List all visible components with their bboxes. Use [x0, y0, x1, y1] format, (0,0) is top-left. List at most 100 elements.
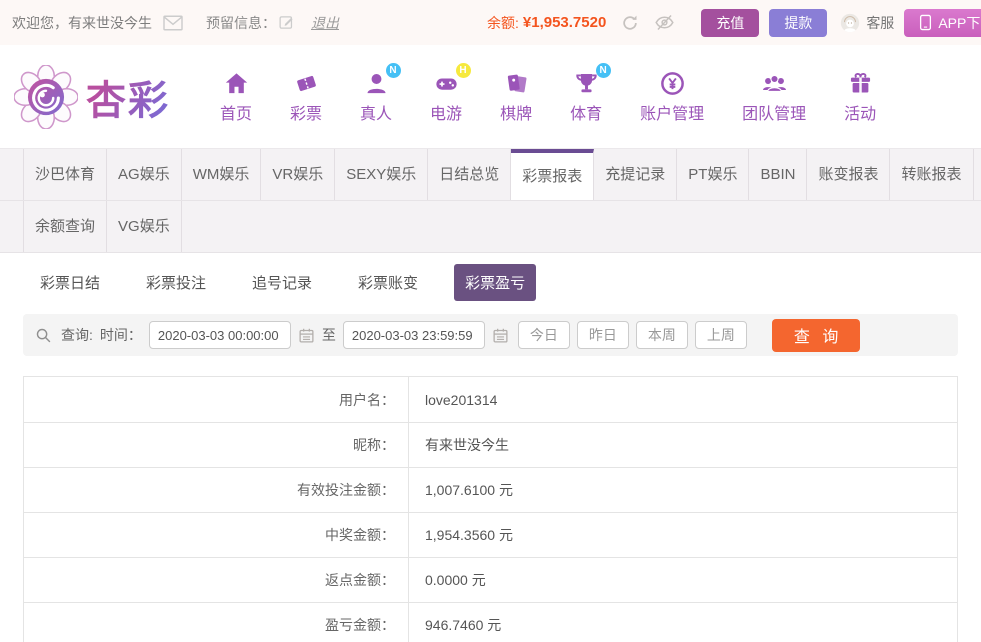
- tab-item[interactable]: 彩票报表: [511, 149, 595, 200]
- service-avatar-icon: [839, 12, 861, 34]
- page: 欢迎您，有来世没今生 预留信息： 退出 余额: ¥1,953.7520 充值 提…: [0, 0, 981, 642]
- subtab-item[interactable]: 彩票盈亏: [454, 264, 537, 301]
- welcome-text: 欢迎您，有来世没今生: [12, 14, 152, 31]
- end-time-input[interactable]: [342, 321, 485, 349]
- start-time-input[interactable]: [148, 321, 291, 349]
- lottery-icon: [293, 69, 320, 97]
- brand-logo[interactable]: 杏彩: [14, 64, 170, 129]
- quick-date-button[interactable]: 本周: [635, 321, 688, 349]
- quick-date-button[interactable]: 上周: [694, 321, 747, 349]
- app-download-label: APP下载: [938, 14, 981, 31]
- app-download-button[interactable]: APP下载: [904, 8, 981, 37]
- report-row: 中奖金额： 1,954.3560 元: [24, 512, 957, 557]
- report-row-label: 用户名：: [24, 377, 409, 422]
- tab-item[interactable]: VR娱乐: [261, 149, 336, 200]
- report-row: 返点金额： 0.0000 元: [24, 557, 957, 602]
- withdraw-button[interactable]: 提款: [769, 8, 828, 37]
- topbar-right: 余额: ¥1,953.7520 充值 提款 客服 APP下载: [487, 0, 981, 45]
- tab-row-2: 余额查询 VG娱乐: [0, 201, 981, 252]
- report-row: 有效投注金额： 1,007.6100 元: [24, 467, 957, 512]
- report-row-value: love201314: [425, 391, 498, 408]
- quick-date-button[interactable]: 今日: [517, 321, 570, 349]
- report-row-label: 有效投注金额：: [24, 468, 409, 512]
- report-row-label: 盈亏金额：: [24, 603, 409, 642]
- nav-item[interactable]: N 真人: [360, 63, 401, 124]
- tab-item[interactable]: 余额查询: [23, 201, 108, 252]
- customer-service-link[interactable]: 客服: [839, 12, 894, 34]
- report-row-label: 中奖金额：: [24, 513, 409, 557]
- site-header: 杏彩 首页 彩票 N 真人 H 电游 棋牌 N 体育 账户管理 团队管理 活动: [0, 45, 981, 148]
- nav-item-label: 团队管理: [742, 106, 807, 123]
- nav-item[interactable]: 活动: [844, 69, 876, 124]
- nav-item-label: 体育: [570, 106, 603, 123]
- quick-date-button[interactable]: 昨日: [576, 321, 629, 349]
- nav-item-label: 活动: [844, 106, 877, 123]
- subtab-item[interactable]: 追号记录: [242, 264, 322, 301]
- report-row-label: 返点金额：: [24, 558, 409, 602]
- report-row-value: 946.7460 元: [425, 617, 502, 633]
- logout-link[interactable]: 退出: [311, 13, 339, 33]
- nav-item[interactable]: H 电游: [430, 63, 471, 124]
- nav-item[interactable]: 团队管理: [742, 69, 806, 124]
- chess-icon: [503, 69, 530, 97]
- tab-item[interactable]: 账变报表: [807, 149, 891, 200]
- nav-badge: H: [455, 63, 471, 78]
- nav-item-label: 棋牌: [500, 106, 533, 123]
- live-icon: N: [363, 63, 401, 97]
- nav-badge: N: [385, 63, 401, 78]
- topbar-left: 欢迎您，有来世没今生 预留信息： 退出: [12, 0, 339, 45]
- nav-item-label: 彩票: [290, 106, 323, 123]
- deposit-button[interactable]: 充值: [701, 8, 760, 37]
- eye-off-icon[interactable]: [654, 12, 675, 33]
- tab-item[interactable]: WM娱乐: [182, 149, 262, 200]
- nav-item[interactable]: 彩票: [290, 69, 322, 124]
- team-icon: [761, 69, 788, 97]
- logo-flower-icon: [14, 64, 78, 129]
- query-submit-button[interactable]: 查 询: [771, 318, 861, 352]
- nav-item-label: 真人: [360, 106, 393, 123]
- report-row-label: 昵称：: [24, 423, 409, 467]
- topbar: 欢迎您，有来世没今生 预留信息： 退出 余额: ¥1,953.7520 充值 提…: [0, 0, 981, 45]
- subtab-item[interactable]: 彩票账变: [348, 264, 428, 301]
- tab-item[interactable]: BBIN: [749, 149, 808, 200]
- nav-item-label: 账户管理: [640, 106, 705, 123]
- calendar-icon[interactable]: [298, 327, 315, 344]
- subtab-item[interactable]: 彩票投注: [136, 264, 216, 301]
- nav-item-label: 电游: [430, 106, 463, 123]
- report-row-value: 0.0000 元: [425, 572, 486, 588]
- balance-label: 余额:: [487, 14, 519, 31]
- tab-item[interactable]: 充提记录: [594, 149, 678, 200]
- report-row-value: 1,007.6100 元: [425, 482, 513, 498]
- nav-item[interactable]: 首页: [220, 69, 252, 124]
- calendar-icon[interactable]: [492, 327, 509, 344]
- tab-item[interactable]: 日结总览: [428, 149, 512, 200]
- report-row: 昵称： 有来世没今生: [24, 422, 957, 467]
- quick-date-buttons: 今日 昨日 本周 上周: [517, 321, 747, 349]
- tab-item[interactable]: AG娱乐: [107, 149, 182, 200]
- time-label: 时间：: [99, 327, 142, 343]
- to-label: 至: [321, 327, 336, 343]
- edit-icon[interactable]: [278, 14, 295, 31]
- nav-item[interactable]: 账户管理: [640, 69, 704, 124]
- subtab-bar: 彩票日结 彩票投注 追号记录 彩票账变 彩票盈亏: [0, 253, 981, 311]
- sports-icon: N: [573, 63, 611, 97]
- tab-item[interactable]: 沙巴体育: [23, 149, 108, 200]
- report-row: 盈亏金额： 946.7460 元: [24, 602, 957, 642]
- tab-item[interactable]: VG娱乐: [107, 201, 182, 252]
- nav-item[interactable]: N 体育: [570, 63, 611, 124]
- subtab-item[interactable]: 彩票日结: [30, 264, 110, 301]
- refresh-icon[interactable]: [620, 13, 640, 33]
- tab-item[interactable]: 转账报表: [890, 149, 974, 200]
- phone-icon: [919, 14, 932, 31]
- tab-item[interactable]: PT娱乐: [677, 149, 750, 200]
- report-table: 用户名： love201314 昵称： 有来世没今生 有效投注金额： 1,007.6100…: [23, 376, 958, 642]
- report-row: 用户名： love201314: [24, 377, 957, 422]
- home-icon: [223, 69, 250, 97]
- main-nav: 首页 彩票 N 真人 H 电游 棋牌 N 体育 账户管理 团队管理 活动: [220, 63, 876, 124]
- tab-item[interactable]: SEXY娱乐: [335, 149, 429, 200]
- nav-badge: N: [595, 63, 611, 78]
- tab-row-1: 沙巴体育 AG娱乐 WM娱乐 VR娱乐 SEXY娱乐 日结总览 彩票报表 充提记录 PT娱乐 BB…: [0, 149, 981, 201]
- message-envelope-icon[interactable]: [162, 14, 184, 32]
- nav-item[interactable]: 棋牌: [500, 69, 532, 124]
- search-icon: [35, 327, 52, 344]
